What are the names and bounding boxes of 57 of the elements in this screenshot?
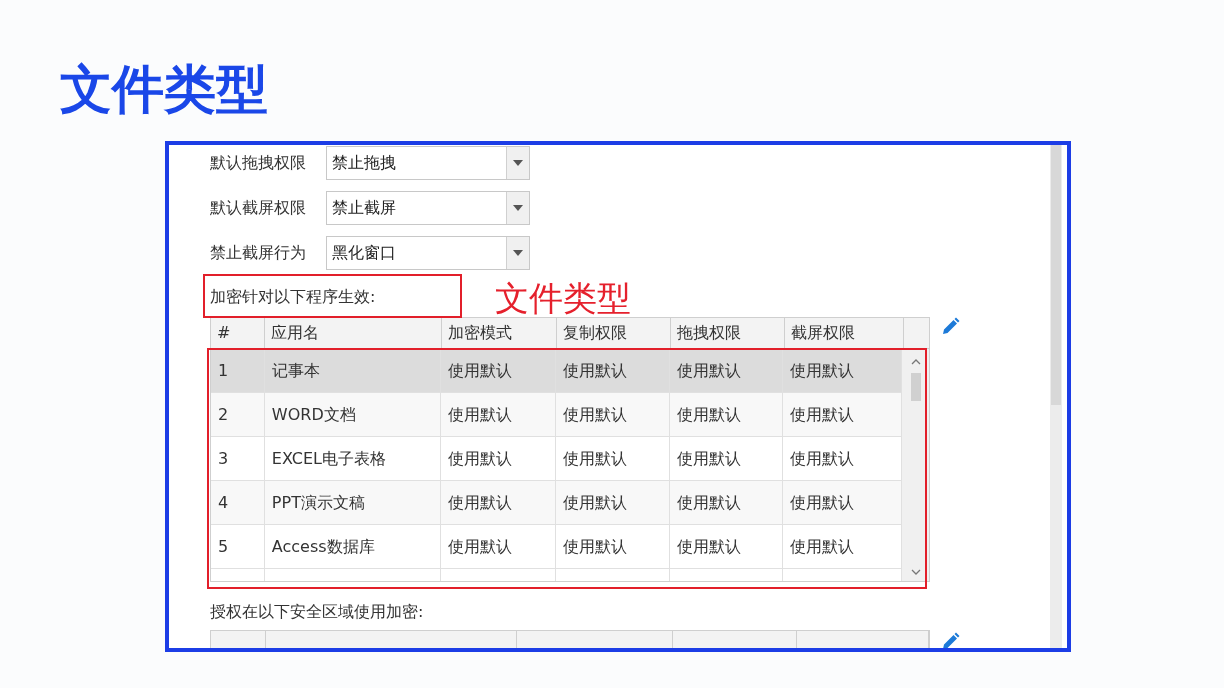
scrollbar[interactable]	[902, 349, 929, 581]
dropdown[interactable]: 禁止拖拽	[326, 146, 530, 180]
table-cell: 3	[211, 437, 265, 480]
table-cell: 使用默认	[556, 525, 670, 568]
section-label: 授权在以下安全区域使用加密:	[210, 602, 424, 622]
table-cell: 使用默认	[669, 525, 784, 568]
table-cell: 使用默认	[669, 437, 784, 480]
scroll-up-icon[interactable]	[910, 359, 921, 365]
table-cell: 使用默认	[441, 393, 556, 436]
edit-icon[interactable]	[940, 317, 960, 337]
table-cell: 使用默认	[441, 437, 556, 480]
setting-label: 默认截屏权限	[210, 197, 307, 219]
setting-label: 禁止截屏行为	[210, 242, 307, 264]
column-header[interactable]: 复制权限	[557, 318, 671, 348]
section-label: 加密针对以下程序生效:	[210, 287, 376, 307]
column-header[interactable]: 截屏权限	[785, 318, 904, 348]
setting-label: 默认拖拽权限	[210, 152, 307, 174]
edit-icon[interactable]	[940, 632, 960, 648]
dropdown-arrow-icon	[513, 250, 523, 256]
column-header[interactable]: #	[211, 318, 265, 348]
table-cell: PPT演示文稿	[264, 481, 442, 524]
table-cell: 使用默认	[556, 393, 670, 436]
table-cell: 使用默认	[669, 349, 784, 392]
dropdown[interactable]: 禁止截屏	[326, 191, 530, 225]
table-row[interactable]: 1 记事本 使用默认 使用默认 使用默认 使用默认	[211, 349, 902, 393]
table-row[interactable]: 4 PPT演示文稿 使用默认 使用默认 使用默认 使用默认	[211, 481, 902, 525]
table-cell: 使用默认	[441, 525, 556, 568]
table-cell: Access数据库	[264, 525, 442, 568]
table-cell: 使用默认	[669, 393, 784, 436]
table-cell: 2	[211, 393, 265, 436]
table-cell: 使用默认	[556, 437, 670, 480]
table-cell: EXCEL电子表格	[264, 437, 442, 480]
dropdown-arrow-icon	[513, 205, 523, 211]
table-cell: 使用默认	[556, 481, 670, 524]
table-row[interactable]: 5 Access数据库 使用默认 使用默认 使用默认 使用默认	[211, 525, 902, 569]
table-cell: 使用默认	[669, 481, 784, 524]
table-cell: 使用默认	[441, 349, 556, 392]
table-cell: 使用默认	[441, 481, 556, 524]
dropdown[interactable]: 黑化窗口	[326, 236, 530, 270]
scroll-thumb[interactable]	[910, 373, 921, 401]
table-row[interactable]: 2 WORD文档 使用默认 使用默认 使用默认 使用默认	[211, 393, 902, 437]
table-row[interactable]: 3 EXCEL电子表格 使用默认 使用默认 使用默认 使用默认	[211, 437, 902, 481]
column-header[interactable]: 加密模式	[442, 318, 557, 348]
column-header[interactable]: 拖拽权限	[671, 318, 785, 348]
table-cell: 5	[211, 525, 265, 568]
table-cell: 1	[211, 349, 265, 392]
table-cell: 使用默认	[556, 349, 670, 392]
column-header[interactable]: 应用名	[265, 318, 442, 348]
scrollbar[interactable]	[1050, 145, 1062, 648]
annotation-text: 文件类型	[495, 281, 631, 315]
scroll-thumb[interactable]	[1051, 145, 1061, 405]
slide-title: 文件类型	[60, 58, 268, 121]
dropdown-arrow-icon	[513, 160, 523, 166]
table-cell: 记事本	[264, 349, 442, 392]
table-cell: WORD文档	[264, 393, 442, 436]
table-cell: 4	[211, 481, 265, 524]
scroll-down-icon[interactable]	[910, 569, 921, 575]
